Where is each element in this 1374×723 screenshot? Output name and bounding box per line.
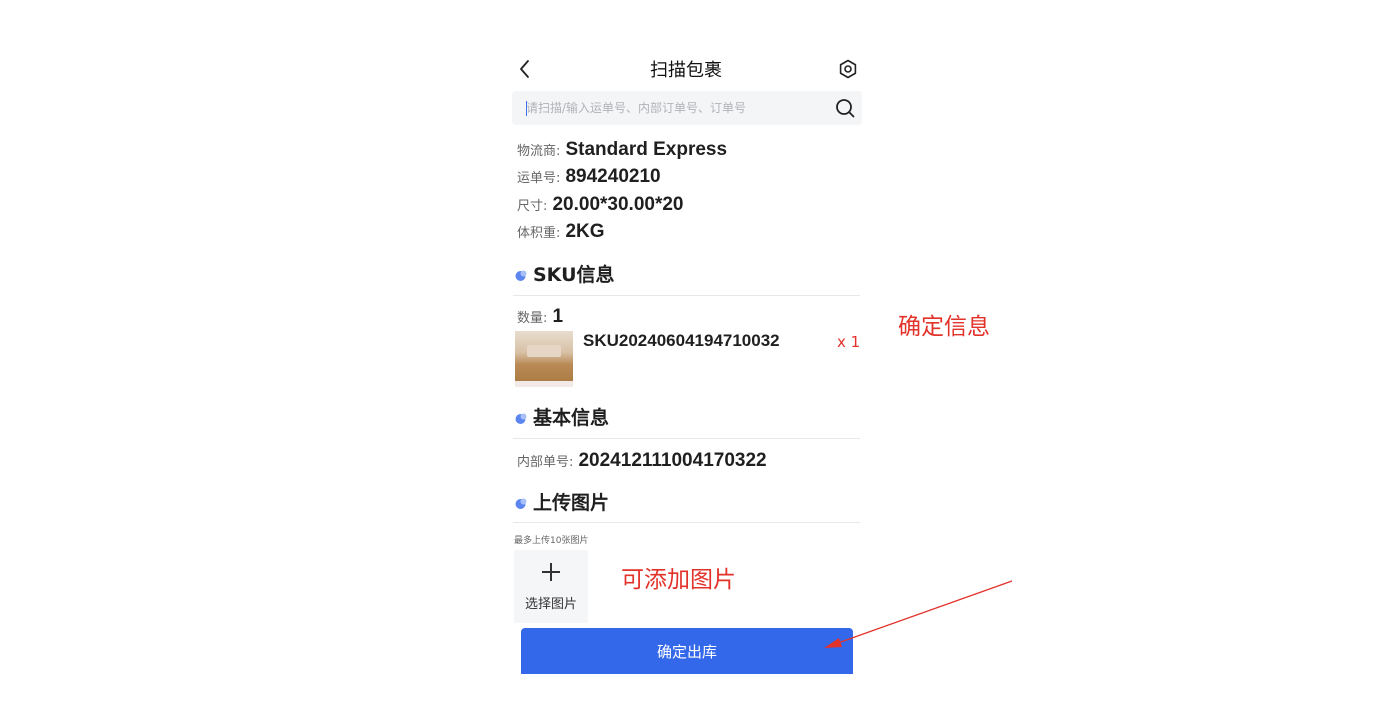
annotation-arrow-icon bbox=[824, 580, 1013, 648]
